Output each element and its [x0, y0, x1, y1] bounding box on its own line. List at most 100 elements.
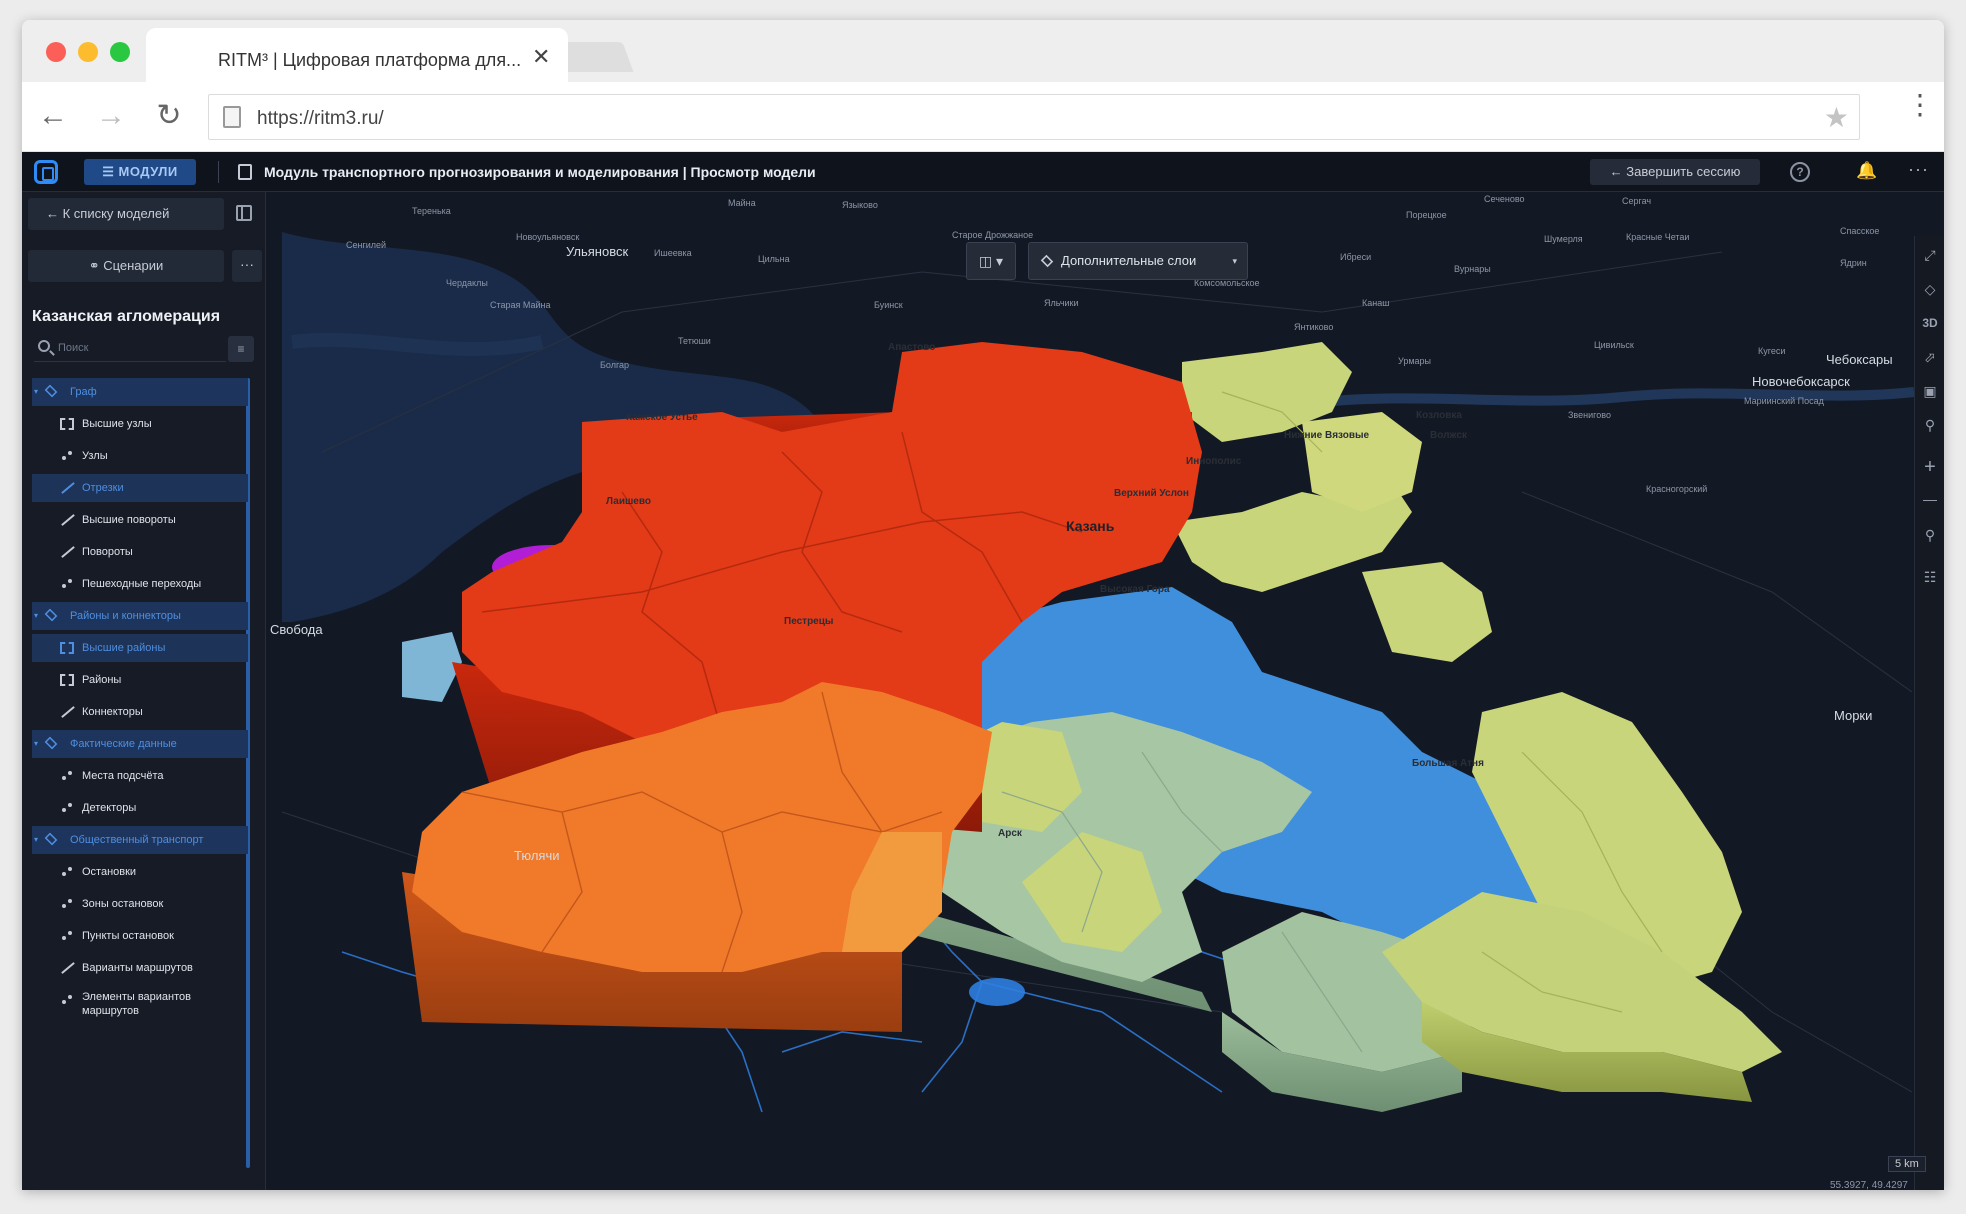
- map-place-label: Высокая Гора: [1100, 584, 1170, 595]
- chevron-down-icon[interactable]: ▾: [34, 602, 38, 630]
- layer-item[interactable]: Высшие повороты: [32, 506, 248, 534]
- page-icon: [223, 106, 241, 128]
- browser-tab[interactable]: RITM³ | Цифровая платформа для... ✕: [146, 28, 568, 84]
- basemap-toggle-button[interactable]: ◫ ▾: [966, 242, 1016, 280]
- map-canvas[interactable]: Теренька Майна Языково Новоульяновск Сенгиле…: [22, 192, 1944, 1190]
- layer-label: Варианты маршрутов: [82, 962, 193, 974]
- minimize-window-button[interactable]: [78, 42, 98, 62]
- map-place-label: Тетюши: [678, 336, 711, 346]
- map-place-label: Вурнары: [1454, 264, 1491, 274]
- map-place-label: Ибреси: [1340, 252, 1372, 262]
- layer-label: Остановки: [82, 866, 137, 878]
- layer-label: Элементы вариантов маршрутов: [82, 991, 192, 1017]
- points-icon: [60, 898, 74, 910]
- tab-strip: RITM³ | Цифровая платформа для... ✕: [22, 20, 1944, 84]
- collapse-panel-icon[interactable]: [236, 205, 252, 221]
- layer-item[interactable]: Повороты: [32, 538, 248, 566]
- map-place-label: Свобода: [270, 622, 323, 637]
- chevron-down-icon[interactable]: ▾: [34, 730, 38, 758]
- model-icon: [238, 164, 252, 180]
- layer-item[interactable]: Коннекторы: [32, 698, 248, 726]
- bookmark-star-icon[interactable]: ★: [1824, 101, 1849, 134]
- browser-menu-icon[interactable]: ⋮: [1906, 91, 1934, 119]
- layer-item[interactable]: Отрезки: [32, 474, 248, 502]
- tab-close-icon[interactable]: ✕: [532, 44, 550, 70]
- map-place-label: Нижние Вязовые: [1284, 430, 1370, 441]
- 3d-toggle-button[interactable]: 3D: [1917, 310, 1943, 336]
- segment-icon: [60, 962, 74, 974]
- back-to-models-button[interactable]: ← К списку моделей: [28, 198, 224, 230]
- map-place-label: Морки: [1834, 708, 1873, 723]
- map-place-label: Цивильск: [1594, 340, 1634, 350]
- app-header: ☰ МОДУЛИ Модуль транспортного прогнозиро…: [22, 152, 1944, 192]
- ritm-logo-icon[interactable]: [34, 160, 58, 184]
- more-options-icon[interactable]: ···: [1908, 159, 1929, 180]
- layer-item[interactable]: Детекторы: [32, 794, 248, 822]
- layer-item[interactable]: Варианты маршрутов: [32, 954, 248, 982]
- compass-icon[interactable]: ⚲: [1917, 412, 1943, 438]
- layer-item[interactable]: Высшие узлы: [32, 410, 248, 438]
- filter-icon[interactable]: ≡: [228, 336, 254, 362]
- map-place-label: Кугеси: [1758, 346, 1786, 356]
- layer-item[interactable]: Элементы вариантов маршрутов: [32, 986, 248, 1022]
- layer-group[interactable]: ▾ Районы и коннекторы: [32, 602, 248, 630]
- chevron-down-icon[interactable]: ▾: [34, 826, 38, 854]
- map-place-label: Спасское: [1840, 226, 1880, 236]
- layer-item[interactable]: Места подсчёта: [32, 762, 248, 790]
- map-place-label: Казань: [1066, 518, 1115, 534]
- points-icon: [60, 450, 74, 462]
- layer-item[interactable]: Зоны остановок: [32, 890, 248, 918]
- polygon-icon: [60, 418, 74, 430]
- layer-group[interactable]: ▾ Фактические данные: [32, 730, 248, 758]
- draw-icon[interactable]: ⬀: [1917, 344, 1943, 370]
- map-place-label: Канаш: [1362, 298, 1390, 308]
- image-icon[interactable]: ▣: [1917, 378, 1943, 404]
- layer-item[interactable]: Пешеходные переходы: [32, 570, 248, 598]
- fullscreen-icon[interactable]: ⤢: [1917, 242, 1943, 268]
- back-arrow-icon[interactable]: ←: [36, 100, 70, 134]
- layer-label: Коннекторы: [82, 706, 143, 718]
- map-place-label: Пестрецы: [784, 616, 834, 627]
- maximize-window-button[interactable]: [110, 42, 130, 62]
- extra-layers-dropdown[interactable]: Дополнительные слои ▾: [1028, 242, 1248, 280]
- map-place-label: Буинск: [874, 300, 903, 310]
- layer-group[interactable]: ▾ Граф: [32, 378, 248, 406]
- chevron-down-icon[interactable]: ▾: [34, 378, 38, 406]
- scenarios-more-button[interactable]: ···: [232, 250, 262, 282]
- map-place-label: Сеченово: [1484, 194, 1525, 204]
- layer-item[interactable]: Высшие районы: [32, 634, 248, 662]
- layer-item[interactable]: Узлы: [32, 442, 248, 470]
- forward-arrow-icon[interactable]: →: [94, 100, 128, 134]
- zoom-in-button[interactable]: +: [1917, 454, 1943, 480]
- close-window-button[interactable]: [46, 42, 66, 62]
- layer-label: Отрезки: [82, 482, 124, 494]
- notification-bell-icon[interactable]: 🔔: [1856, 161, 1877, 181]
- reload-icon[interactable]: ↻: [152, 100, 186, 134]
- layer-item[interactable]: Пункты остановок: [32, 922, 248, 950]
- location-pin-icon[interactable]: ⚲: [1917, 522, 1943, 548]
- legend-icon[interactable]: ☷: [1917, 564, 1943, 590]
- layer-item[interactable]: Районы: [32, 666, 248, 694]
- scenarios-button[interactable]: ⚭ Сценарии: [28, 250, 224, 282]
- polygon-icon: [60, 674, 74, 686]
- layer-item[interactable]: Остановки: [32, 858, 248, 886]
- layers-icon[interactable]: ◇: [1917, 276, 1943, 302]
- points-icon: [60, 770, 74, 782]
- search-input[interactable]: [58, 338, 198, 358]
- search-icon: [38, 340, 50, 352]
- address-bar[interactable]: https://ritm3.ru/ ★: [208, 94, 1860, 140]
- url-text[interactable]: https://ritm3.ru/: [257, 108, 384, 130]
- modules-button[interactable]: ☰ МОДУЛИ: [84, 159, 196, 185]
- map-place-label: Старая Майна: [490, 300, 551, 310]
- zoom-out-button[interactable]: —: [1917, 486, 1943, 512]
- layers-icon: [1040, 254, 1054, 268]
- map-place-label: Волжск: [1430, 430, 1467, 441]
- map-render: [22, 192, 1944, 1190]
- layer-search: [34, 334, 226, 362]
- end-session-button[interactable]: ← Завершить сессию: [1590, 159, 1760, 185]
- help-icon[interactable]: ?: [1790, 162, 1810, 182]
- map-place-label: Майна: [728, 198, 756, 208]
- layer-group[interactable]: ▾ Общественный транспорт: [32, 826, 248, 854]
- layer-label: Пешеходные переходы: [82, 578, 202, 590]
- layer-label: Граф: [70, 386, 97, 398]
